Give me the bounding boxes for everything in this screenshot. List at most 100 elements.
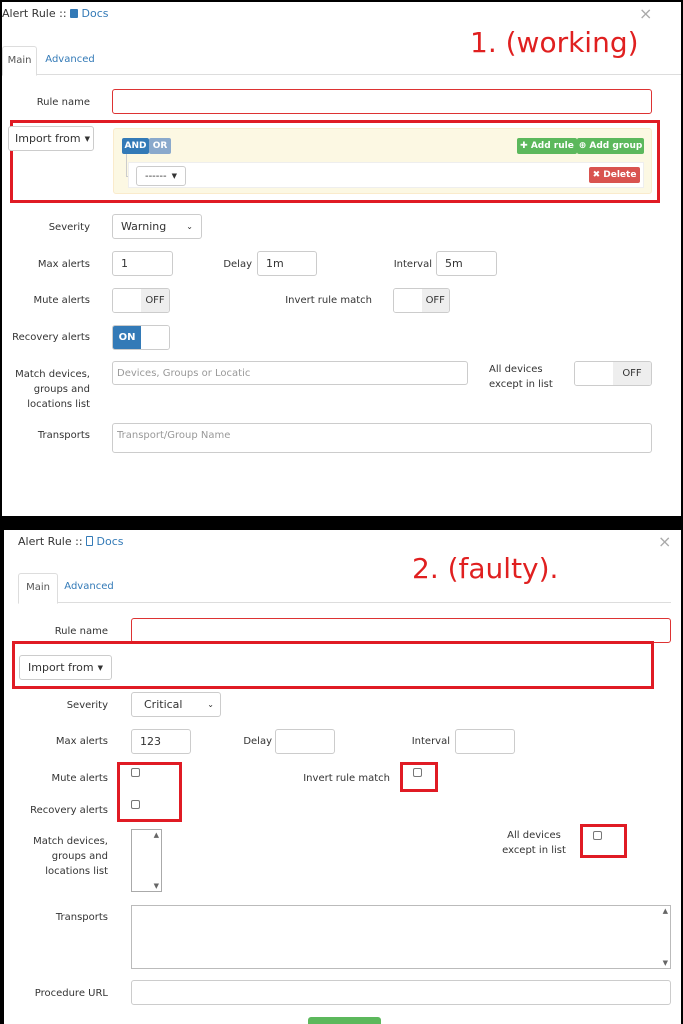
book-icon [86, 536, 94, 546]
panel-faulty: Alert Rule :: Docs × 2. (faulty). Main A… [4, 530, 681, 1024]
scroll-up-icon[interactable]: ▲ [154, 831, 159, 839]
transports-label: Transports [37, 430, 90, 441]
invert-rule-checkbox[interactable] [413, 768, 422, 777]
procedure-url-label: Procedure URL [34, 988, 108, 999]
severity-select[interactable]: Critical ⌄ [131, 692, 221, 717]
recovery-alerts-checkbox[interactable] [131, 800, 140, 809]
docs-link[interactable]: Docs [82, 7, 109, 20]
import-from-button[interactable]: Import from ▼ [19, 655, 112, 680]
toggle-handle [141, 326, 169, 349]
annotation-working: 1. (working) [470, 26, 639, 59]
recovery-alerts-label: Recovery alerts [30, 805, 108, 816]
modal-title-text: Alert Rule :: [2, 7, 71, 20]
rule-name-label: Rule name [36, 97, 90, 108]
highlight-box [400, 762, 438, 792]
label-line: groups and [51, 851, 108, 862]
invert-rule-toggle[interactable]: OFF [393, 288, 450, 313]
scroll-down-icon[interactable]: ▼ [663, 959, 668, 967]
severity-value: Critical [144, 698, 183, 711]
mute-alerts-toggle[interactable]: OFF [112, 288, 170, 313]
close-icon[interactable]: × [658, 532, 671, 551]
tab-main[interactable]: Main [2, 46, 37, 76]
panel-working: Alert Rule :: Docs × 1. (working) Main A… [2, 2, 681, 516]
transports-label: Transports [55, 912, 108, 923]
match-devices-label: Match devices, groups and locations list [6, 368, 90, 411]
interval-label: Interval [411, 736, 450, 747]
scroll-up-icon[interactable]: ▲ [663, 907, 668, 915]
max-alerts-input[interactable]: 1 [112, 251, 173, 276]
rule-field-select[interactable]: ------ ▼ [136, 166, 186, 186]
caret-down-icon: ▼ [97, 663, 103, 672]
and-toggle[interactable]: AND [122, 138, 149, 154]
import-from-label: Import from [28, 661, 94, 674]
interval-label: Interval [393, 259, 432, 270]
delete-button[interactable]: ✖ Delete [589, 167, 640, 183]
mute-alerts-label: Mute alerts [33, 295, 90, 306]
match-placeholder: Devices, Groups or Locatic [117, 367, 251, 379]
save-button[interactable] [308, 1017, 381, 1024]
toggle-state: OFF [421, 289, 449, 312]
plus-icon: ✚ [520, 141, 531, 151]
procedure-url-input[interactable] [131, 980, 671, 1005]
interval-input[interactable] [455, 729, 515, 754]
plus-circle-icon: ⊕ [578, 141, 590, 151]
toggle-state: ON [113, 326, 141, 349]
modal-title: Alert Rule :: Docs [2, 7, 109, 20]
label-line: groups and [33, 384, 90, 395]
chevron-down-icon: ⌄ [207, 700, 214, 709]
invert-rule-label: Invert rule match [303, 773, 390, 784]
label-line: except in list [502, 845, 566, 856]
all-devices-label: All devices except in list [494, 829, 574, 857]
delay-label: Delay [243, 736, 272, 747]
mute-alerts-checkbox[interactable] [131, 768, 140, 777]
rule-name-input[interactable] [131, 618, 671, 643]
label-line: locations list [45, 866, 108, 877]
all-devices-checkbox[interactable] [593, 831, 602, 840]
or-toggle[interactable]: OR [149, 138, 171, 154]
label-line: except in list [489, 379, 553, 390]
max-alerts-input[interactable]: 123 [131, 729, 191, 754]
toggle-handle [575, 362, 613, 385]
match-devices-input[interactable]: Devices, Groups or Locatic [112, 361, 468, 385]
delay-input[interactable] [275, 729, 335, 754]
book-icon [70, 9, 79, 18]
match-devices-listbox[interactable]: ▲ ▼ [131, 829, 162, 892]
caret-down-icon: ▼ [171, 172, 178, 180]
docs-link[interactable]: Docs [97, 535, 124, 548]
severity-label: Severity [66, 700, 108, 711]
close-icon: ✖ [592, 170, 604, 180]
tab-advanced[interactable]: Advanced [59, 573, 119, 602]
max-alerts-label: Max alerts [37, 259, 90, 270]
toggle-state: OFF [141, 289, 169, 312]
severity-value: Warning [121, 220, 167, 233]
delay-input[interactable]: 1m [257, 251, 317, 276]
tab-advanced[interactable]: Advanced [40, 46, 100, 74]
import-from-label: Import from [15, 132, 81, 145]
toggle-handle [394, 289, 422, 312]
rule-name-input[interactable] [112, 89, 652, 114]
transports-placeholder: Transport/Group Name [117, 430, 231, 441]
label-line: All devices [507, 830, 561, 841]
add-rule-label: Add rule [530, 141, 574, 151]
toggle-handle [113, 289, 141, 312]
scroll-down-icon[interactable]: ▼ [154, 882, 159, 890]
tab-main[interactable]: Main [18, 573, 58, 604]
rule-row [128, 162, 644, 188]
close-icon[interactable]: × [639, 4, 652, 23]
label-line: Match devices, [15, 369, 90, 380]
import-from-button[interactable]: Import from ▼ [8, 126, 94, 151]
add-group-label: Add group [589, 141, 643, 151]
tab-bar [2, 74, 681, 75]
annotation-faulty: 2. (faulty). [412, 552, 559, 585]
add-rule-button[interactable]: ✚ Add rule [517, 138, 577, 154]
rule-field-value: ------ [144, 170, 167, 182]
severity-select[interactable]: Warning ⌄ [112, 214, 202, 239]
interval-input[interactable]: 5m [436, 251, 497, 276]
add-group-button[interactable]: ⊕ Add group [577, 138, 644, 154]
transports-listbox[interactable]: ▲ ▼ [131, 905, 671, 969]
all-devices-toggle[interactable]: OFF [574, 361, 652, 386]
chevron-down-icon: ⌄ [186, 222, 193, 231]
transports-input[interactable]: Transport/Group Name [112, 423, 652, 453]
recovery-alerts-toggle[interactable]: ON [112, 325, 170, 350]
all-devices-label: All devices except in list [489, 363, 559, 391]
